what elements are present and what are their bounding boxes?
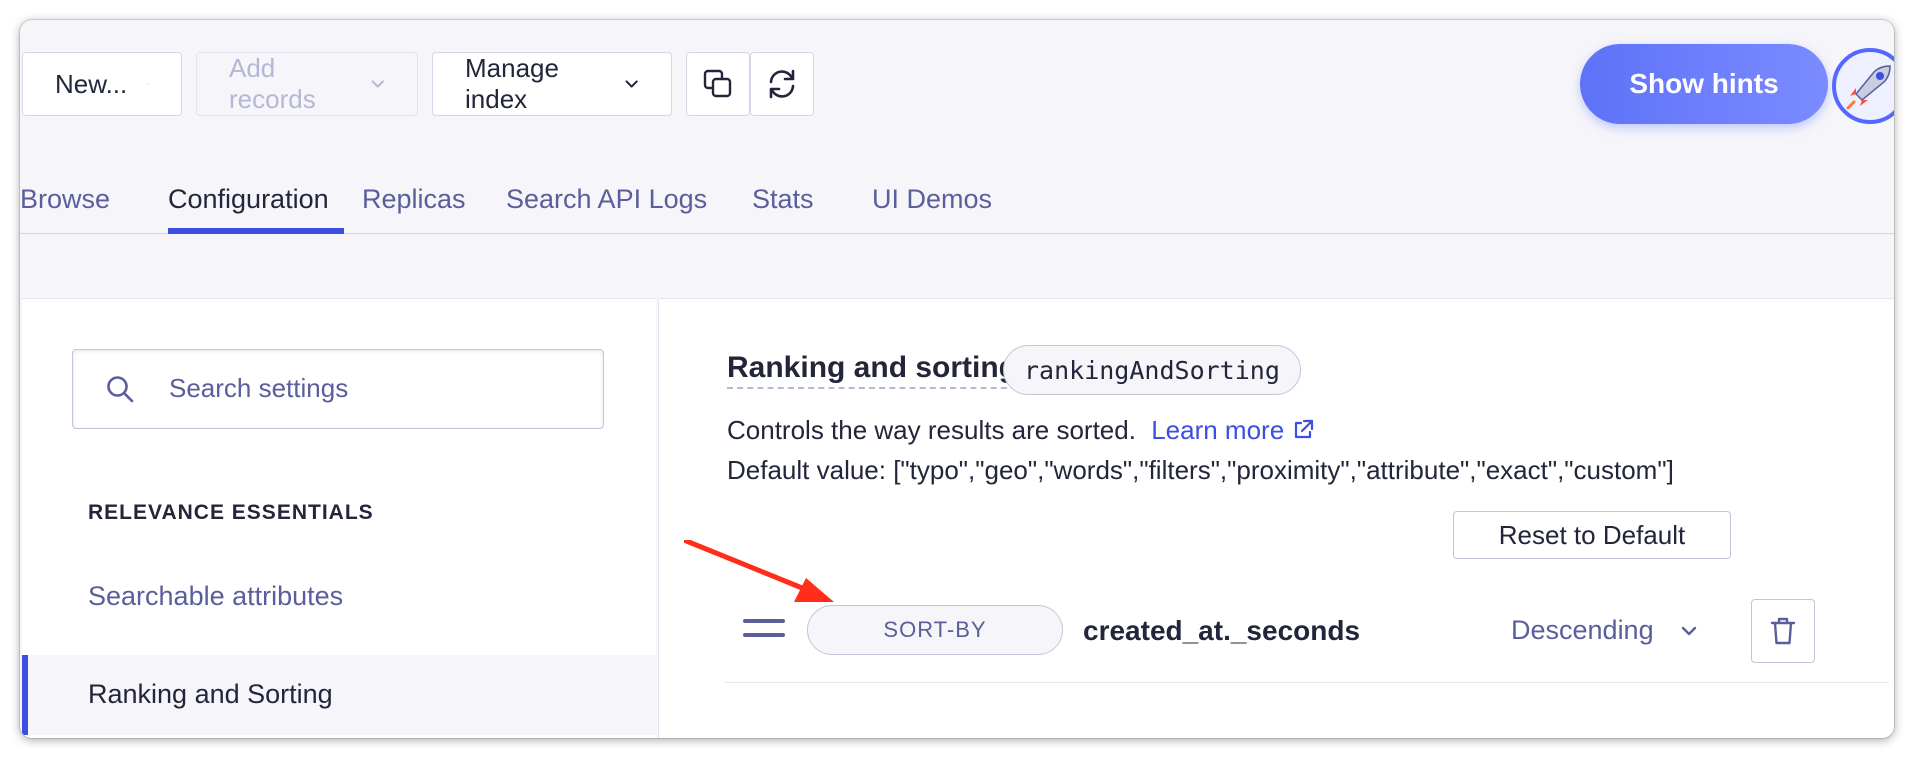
show-hints-button[interactable]: Show hints [1580,44,1828,124]
rocket-icon [1846,65,1891,110]
refresh-button[interactable] [750,52,814,116]
manage-index-label: Manage index [465,53,559,114]
ranking-criterion-row: SORT-BY created_at._seconds Descending [725,583,1889,683]
search-input[interactable] [169,368,569,408]
tab-search-api-logs[interactable]: Search API Logs [506,184,707,215]
chevron-down-icon [625,80,638,88]
add-records-button[interactable]: Add records [196,52,418,116]
ranking-settings-panel: Ranking and sorting rankingAndSorting Co… [658,298,1894,738]
delete-criterion-button[interactable] [1751,599,1815,663]
toolbar: New... Add records Manage index Show hin… [20,44,1894,124]
tab-browse[interactable]: Browse [20,184,110,215]
chevron-down-icon [147,83,149,85]
setting-key-badge: rankingAndSorting [1003,345,1301,395]
trash-icon [1770,617,1796,645]
active-tab-indicator [168,228,344,234]
show-hints-label: Show hints [1629,68,1779,99]
new-button-label: New... [55,68,128,99]
reset-to-default-button[interactable]: Reset to Default [1453,511,1731,559]
refresh-icon [769,69,795,99]
sidebar-item-ranking-and-sorting[interactable]: Ranking and Sorting [22,655,656,735]
settings-sidebar: RELEVANCE ESSENTIALS Searchable attribut… [22,298,656,738]
search-settings-field[interactable] [72,349,604,429]
copy-icon [703,69,732,98]
copy-button[interactable] [686,52,750,116]
description-text: Controls the way results are sorted. [727,415,1136,445]
tab-configuration[interactable]: Configuration [168,184,329,215]
app-window: New... Add records Manage index Show hin… [20,20,1894,738]
annotation-arrow-icon [684,540,834,602]
sidebar-item-searchable-attributes[interactable]: Searchable attributes [88,581,343,612]
tab-stats[interactable]: Stats [752,184,814,215]
default-value-text: Default value: ["typo","geo","words","fi… [727,455,1674,485]
reset-label: Reset to Default [1498,519,1686,550]
chevron-down-icon [1681,626,1696,635]
sidebar-item-label: Ranking and Sorting [88,679,333,709]
tab-replicas[interactable]: Replicas [362,184,466,215]
chevron-down-icon [371,80,384,88]
tab-ui-demos[interactable]: UI Demos [872,184,992,215]
learn-more-label: Learn more [1151,415,1285,445]
sort-order-select[interactable]: Descending [1511,615,1698,646]
new-button[interactable]: New... [22,52,182,116]
tab-bar: Browse Configuration Replicas Search API… [20,170,1894,234]
section-title: Ranking and sorting [727,351,1018,389]
description: Controls the way results are sorted. Lea… [727,415,1315,446]
sort-attribute-name: created_at._seconds [1083,615,1361,646]
avatar[interactable] [1832,48,1894,124]
sort-order-value: Descending [1511,615,1654,645]
add-records-label: Add records [229,53,316,114]
section-heading: RELEVANCE ESSENTIALS [88,501,374,524]
external-link-icon [1295,419,1314,439]
manage-index-button[interactable]: Manage index [432,52,672,116]
learn-more-link[interactable]: Learn more [1151,415,1315,445]
search-icon [107,376,134,403]
